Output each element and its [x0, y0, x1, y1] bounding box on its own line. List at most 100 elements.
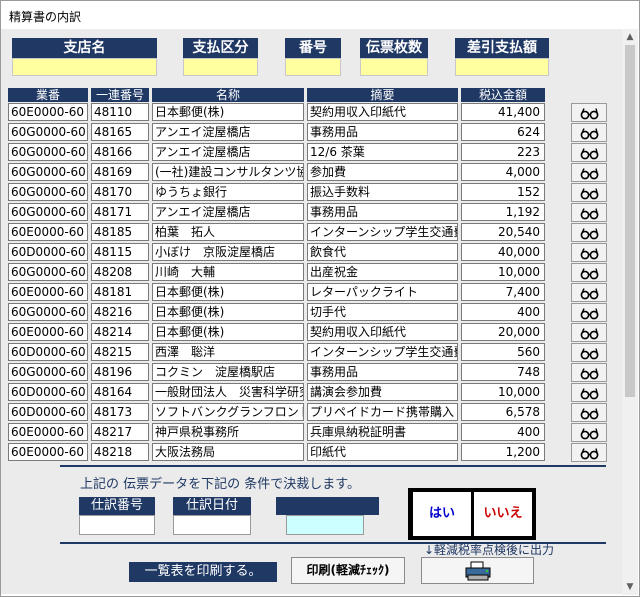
net-payment-field[interactable] [455, 58, 549, 76]
cell-gyoban[interactable]: 60D0000-60 [8, 403, 88, 421]
row-view-button[interactable] [571, 383, 607, 402]
row-view-button[interactable] [571, 303, 607, 322]
cell-desc[interactable]: 飲食代 [307, 243, 458, 261]
cell-name[interactable]: アンエイ淀屋橋店 [152, 143, 304, 161]
cell-name[interactable]: 川崎 大輔 [152, 263, 304, 281]
cell-desc[interactable]: 兵庫県納税証明書 [307, 423, 458, 441]
cell-desc[interactable]: 事務用品 [307, 363, 458, 381]
table-row[interactable]: 60G0000-60 48170 ゆうちょ銀行 振込手数料 152 [8, 182, 607, 202]
cell-desc[interactable]: 12/6 茶葉 [307, 143, 458, 161]
row-view-button[interactable] [571, 403, 607, 422]
cell-amount[interactable]: 4,000 [461, 163, 545, 181]
table-row[interactable]: 60E0000-60 48218 大阪法務局 印紙代 1,200 [8, 442, 607, 462]
cell-amount[interactable]: 10,000 [461, 263, 545, 281]
cell-desc[interactable]: 印紙代 [307, 443, 458, 461]
cell-amount[interactable]: 6,578 [461, 403, 545, 421]
cell-amount[interactable]: 223 [461, 143, 545, 161]
cell-desc[interactable]: レターパックライト [307, 283, 458, 301]
cell-seq[interactable]: 48115 [91, 243, 149, 261]
cell-amount[interactable]: 41,400 [461, 103, 545, 121]
cell-amount[interactable]: 400 [461, 303, 545, 321]
row-view-button[interactable] [571, 143, 607, 162]
scroll-thumb[interactable] [625, 45, 635, 397]
row-view-button[interactable] [571, 123, 607, 142]
cell-name[interactable]: ソフトバンクグランフロント大阪 [152, 403, 304, 421]
cell-desc[interactable]: プリペイドカード携帯購入 [307, 403, 458, 421]
cell-amount[interactable]: 10,000 [461, 383, 545, 401]
cell-gyoban[interactable]: 60E0000-60 [8, 103, 88, 121]
cell-seq[interactable]: 48170 [91, 183, 149, 201]
cell-seq[interactable]: 48169 [91, 163, 149, 181]
condition-input[interactable] [286, 515, 364, 535]
cell-desc[interactable]: 事務用品 [307, 123, 458, 141]
cell-name[interactable]: (一社)建設コンサルタンツ協 [152, 163, 304, 181]
table-row[interactable]: 60G0000-60 48196 コクミン 淀屋橋駅店 事務用品 748 [8, 362, 607, 382]
cell-name[interactable]: アンエイ淀屋橋店 [152, 123, 304, 141]
journal-date-input[interactable] [173, 515, 251, 535]
table-row[interactable]: 60E0000-60 48181 日本郵便(株) レターパックライト 7,400 [8, 282, 607, 302]
cell-amount[interactable]: 1,200 [461, 443, 545, 461]
row-view-button[interactable] [571, 443, 607, 462]
table-row[interactable]: 60D0000-60 48164 一般財団法人 災害科学研究 講演会参加費 10,000 [8, 382, 607, 402]
cell-gyoban[interactable]: 60E0000-60 [8, 443, 88, 461]
row-view-button[interactable] [571, 263, 607, 282]
cell-name[interactable]: 小ぼけ 京阪淀屋橋店 [152, 243, 304, 261]
cell-seq[interactable]: 48218 [91, 443, 149, 461]
table-row[interactable]: 60E0000-60 48217 神戸県税事務所 兵庫県納税証明書 400 [8, 422, 607, 442]
cell-amount[interactable]: 560 [461, 343, 545, 361]
payment-type-field[interactable] [183, 58, 258, 76]
cell-name[interactable]: アンエイ淀屋橋店 [152, 203, 304, 221]
cell-amount[interactable]: 624 [461, 123, 545, 141]
cell-name[interactable]: 日本郵便(株) [152, 103, 304, 121]
cell-gyoban[interactable]: 60E0000-60 [8, 323, 88, 341]
cell-gyoban[interactable]: 60G0000-60 [8, 363, 88, 381]
cell-amount[interactable]: 20,540 [461, 223, 545, 241]
table-row[interactable]: 60D0000-6048173ソフトバンクグランフロント大阪プリペイドカード携帯… [8, 402, 607, 422]
table-row[interactable]: 60G0000-60 48169 (一社)建設コンサルタンツ協 参加費 4,000 [8, 162, 607, 182]
cell-seq[interactable]: 48215 [91, 343, 149, 361]
table-row[interactable]: 60G0000-60 48216 日本郵便(株) 切手代 400 [8, 302, 607, 322]
cell-seq[interactable]: 48171 [91, 203, 149, 221]
table-row[interactable]: 60G0000-60 48166 アンエイ淀屋橋店 12/6 茶葉 223 [8, 142, 607, 162]
cell-seq[interactable]: 48110 [91, 103, 149, 121]
cell-gyoban[interactable]: 60G0000-60 [8, 123, 88, 141]
cell-seq[interactable]: 48173 [91, 403, 149, 421]
cell-name[interactable]: 日本郵便(株) [152, 303, 304, 321]
cell-seq[interactable]: 48214 [91, 323, 149, 341]
row-view-button[interactable] [571, 323, 607, 342]
row-view-button[interactable] [571, 343, 607, 362]
cell-gyoban[interactable]: 60D0000-60 [8, 383, 88, 401]
cell-desc[interactable]: 契約用収入印紙代 [307, 323, 458, 341]
print-check-button[interactable]: 印刷(軽減ﾁｪｯｸ) [291, 557, 405, 584]
cell-gyoban[interactable]: 60E0000-60 [8, 223, 88, 241]
cell-name[interactable]: コクミン 淀屋橋駅店 [152, 363, 304, 381]
cell-name[interactable]: ゆうちょ銀行 [152, 183, 304, 201]
cell-name[interactable]: 神戸県税事務所 [152, 423, 304, 441]
cell-desc[interactable]: 出産祝金 [307, 263, 458, 281]
table-row[interactable]: 60E0000-60 48214 日本郵便(株) 契約用収入印紙代 20,000 [8, 322, 607, 342]
cell-seq[interactable]: 48166 [91, 143, 149, 161]
cell-name[interactable]: 柏葉 拓人 [152, 223, 304, 241]
cell-name[interactable]: 西澤 聡洋 [152, 343, 304, 361]
scroll-down-icon[interactable]: ▼ [625, 581, 635, 593]
cell-gyoban[interactable]: 60G0000-60 [8, 203, 88, 221]
cell-amount[interactable]: 748 [461, 363, 545, 381]
cell-name[interactable]: 一般財団法人 災害科学研究 [152, 383, 304, 401]
cell-desc[interactable]: 参加費 [307, 163, 458, 181]
journal-no-input[interactable] [79, 515, 155, 535]
cell-desc[interactable]: インターンシップ学生交通費 [307, 343, 458, 361]
row-view-button[interactable] [571, 163, 607, 182]
cell-desc[interactable]: 契約用収入印紙代 [307, 103, 458, 121]
cell-name[interactable]: 大阪法務局 [152, 443, 304, 461]
table-row[interactable]: 60G0000-60 48165 アンエイ淀屋橋店 事務用品 624 [8, 122, 607, 142]
cell-amount[interactable]: 1,192 [461, 203, 545, 221]
cell-seq[interactable]: 48181 [91, 283, 149, 301]
cell-amount[interactable]: 152 [461, 183, 545, 201]
slip-count-field[interactable] [360, 58, 428, 76]
table-row[interactable]: 60G0000-60 48171 アンエイ淀屋橋店 事務用品 1,192 [8, 202, 607, 222]
table-row[interactable]: 60G0000-60 48208 川崎 大輔 出産祝金 10,000 [8, 262, 607, 282]
yes-button[interactable]: はい [413, 492, 471, 536]
cell-gyoban[interactable]: 60G0000-60 [8, 303, 88, 321]
cell-gyoban[interactable]: 60D0000-60 [8, 243, 88, 261]
cell-seq[interactable]: 48196 [91, 363, 149, 381]
